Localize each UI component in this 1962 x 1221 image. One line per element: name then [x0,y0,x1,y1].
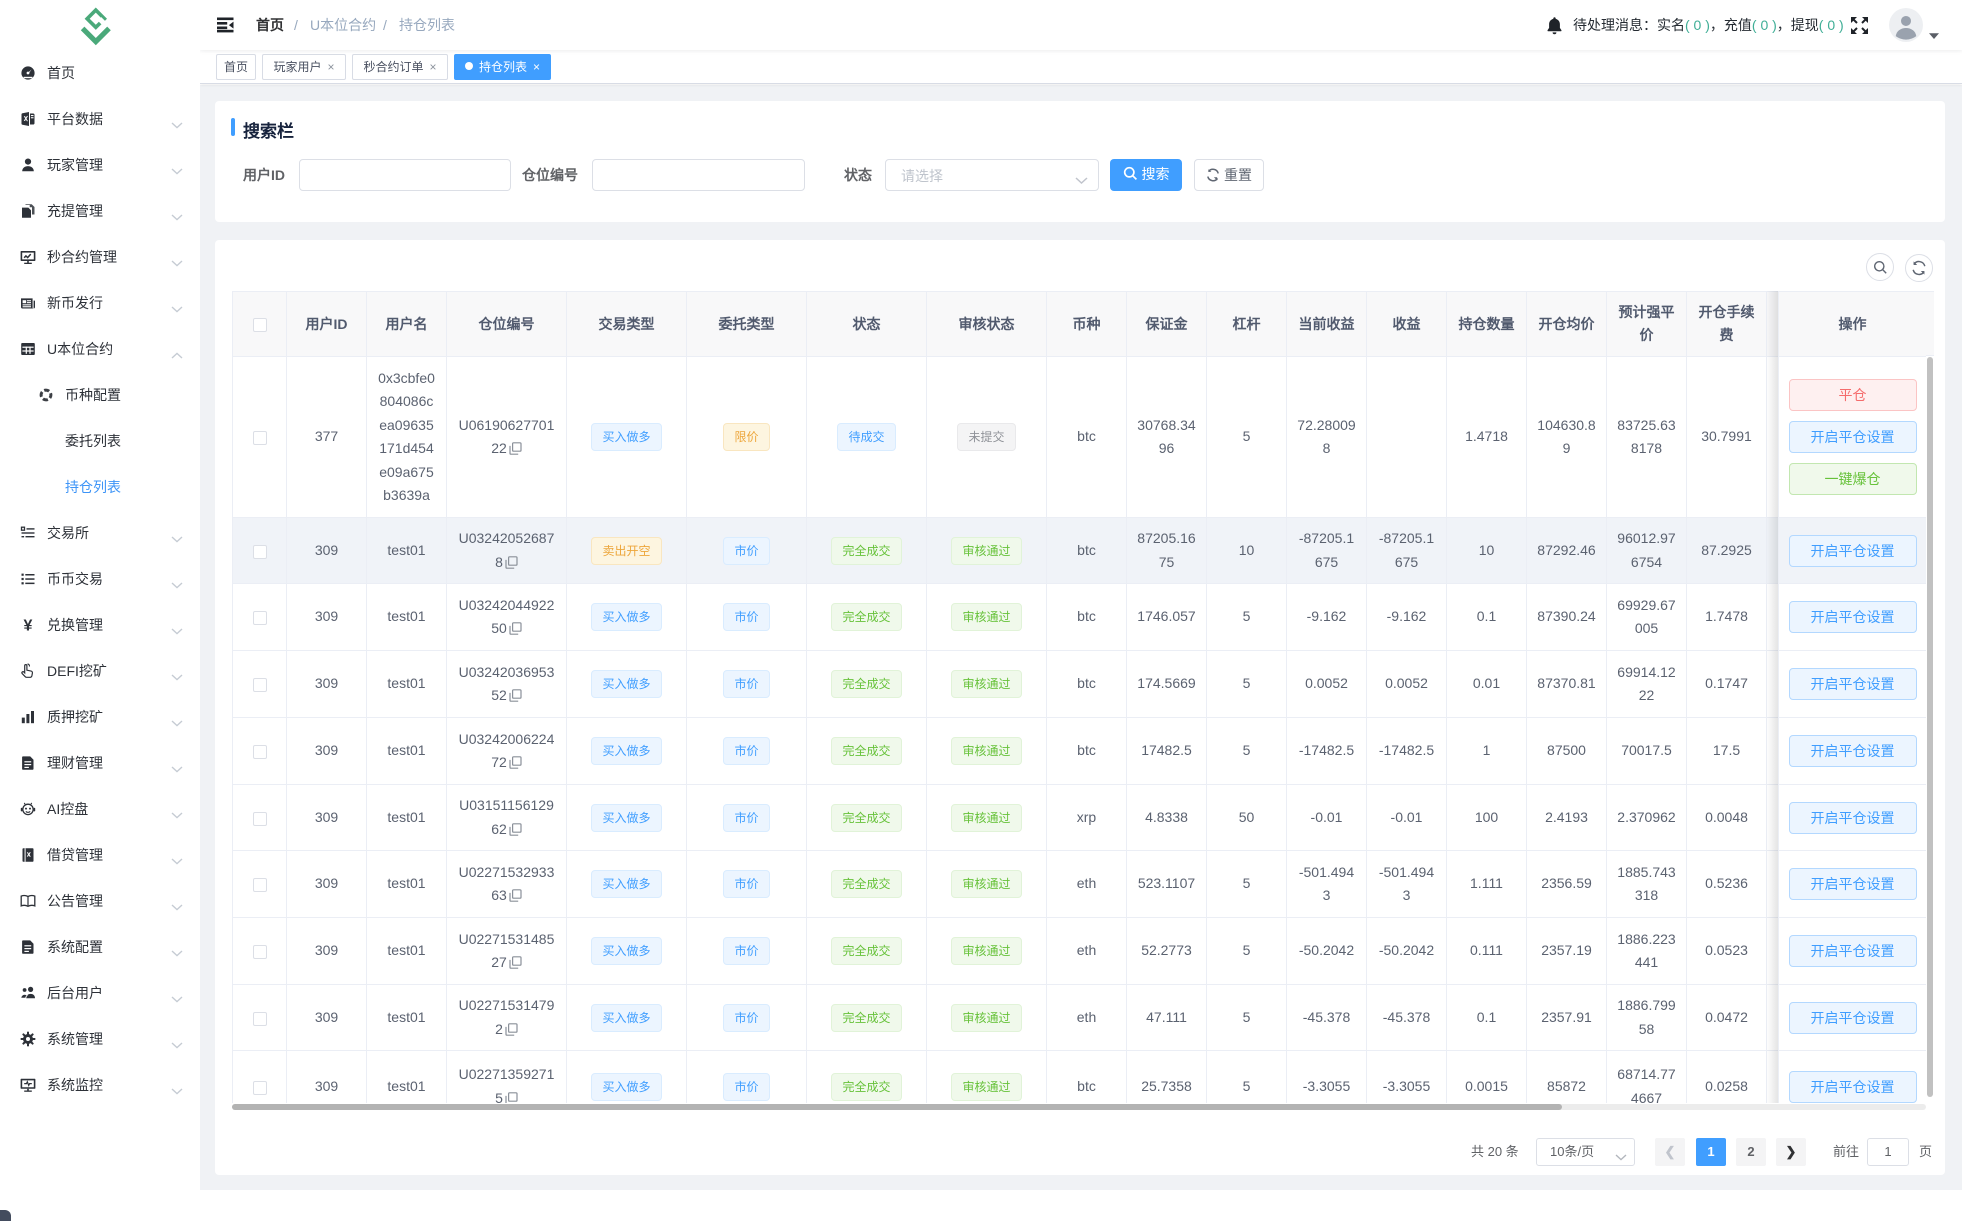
svg-text:¥: ¥ [24,618,33,634]
